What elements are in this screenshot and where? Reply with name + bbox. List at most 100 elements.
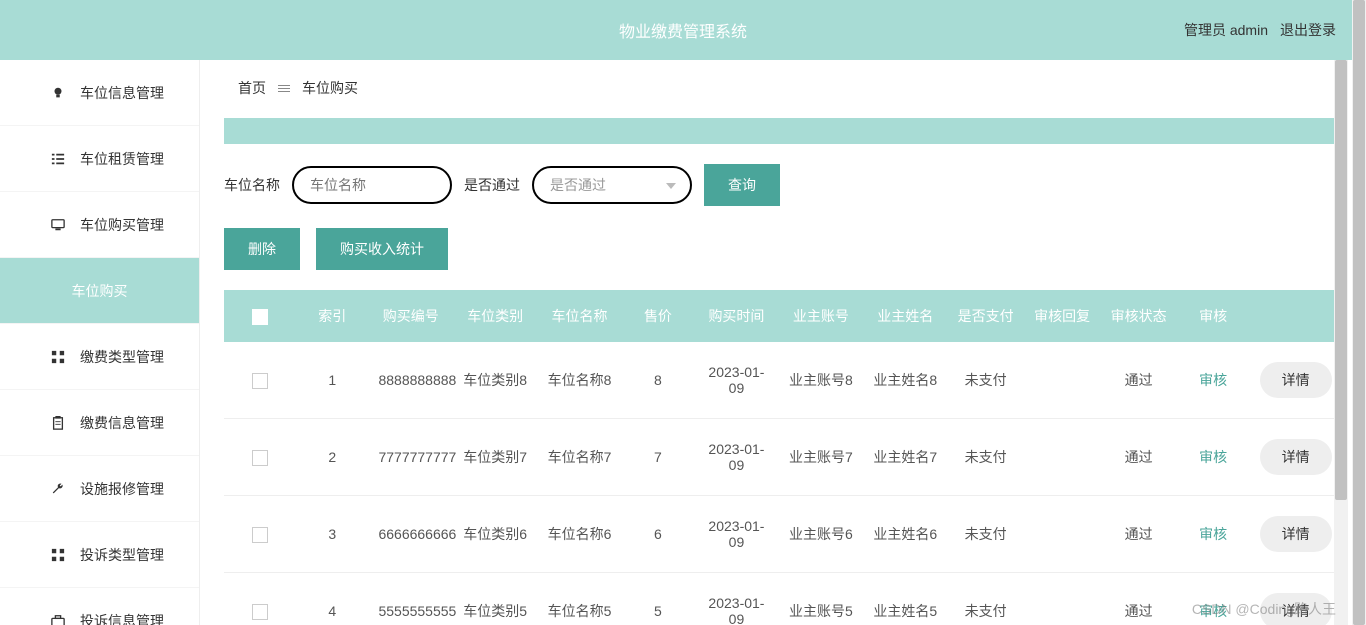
main-content: 首页 车位购买 车位名称 是否通过 是否通过 查询 删除 购买收入统计 索引购买… (200, 60, 1366, 625)
detail-button[interactable]: 详情 (1260, 439, 1332, 475)
audit-link[interactable]: 审核 (1199, 372, 1227, 388)
cell (224, 496, 296, 573)
table-wrap: 索引购买编号车位类别车位名称售价购买时间业主账号业主姓名是否支付审核回复审核状态… (224, 290, 1342, 625)
audit-link[interactable]: 审核 (1199, 526, 1227, 542)
cell: 4 (296, 573, 368, 625)
cell: 6 (622, 496, 694, 573)
cell: 审核 (1177, 496, 1249, 573)
name-filter-input[interactable] (292, 166, 452, 204)
sidebar-item-7[interactable]: 投诉类型管理 (0, 522, 199, 588)
select-all-checkbox[interactable] (252, 309, 268, 325)
breadcrumb-current: 车位购买 (302, 78, 358, 98)
cell (224, 342, 296, 419)
detail-button[interactable]: 详情 (1260, 593, 1332, 625)
sidebar-item-6[interactable]: 设施报修管理 (0, 456, 199, 522)
content-scrollbar[interactable] (1334, 60, 1348, 625)
sidebar-item-2[interactable]: 车位购买管理 (0, 192, 199, 258)
audit-link[interactable]: 审核 (1199, 449, 1227, 465)
cell: 审核 (1177, 419, 1249, 496)
name-filter-label: 车位名称 (224, 175, 280, 195)
sidebar-item-8[interactable]: 投诉信息管理 (0, 588, 199, 625)
cell: 6666666666 (368, 496, 453, 573)
col-header-12: 审核 (1177, 290, 1249, 342)
audit-link[interactable]: 审核 (1199, 603, 1227, 619)
cell: 未支付 (947, 573, 1023, 625)
cell (224, 573, 296, 625)
sidebar-item-1[interactable]: 车位租赁管理 (0, 126, 199, 192)
cell (1024, 342, 1100, 419)
cell: 未支付 (947, 496, 1023, 573)
logout-link[interactable]: 退出登录 (1280, 20, 1336, 40)
cell: 2023-01-09 (694, 342, 779, 419)
row-checkbox[interactable] (252, 604, 268, 620)
col-header-0 (224, 290, 296, 342)
sidebar-item-3[interactable]: 车位购买 (0, 258, 199, 324)
cell: 车位名称8 (537, 342, 621, 419)
cell: 业主姓名7 (863, 419, 947, 496)
stats-button[interactable]: 购买收入统计 (316, 228, 448, 270)
detail-button[interactable]: 详情 (1260, 362, 1332, 398)
cell: 7 (622, 419, 694, 496)
delete-button[interactable]: 删除 (224, 228, 300, 270)
page-scrollbar[interactable] (1352, 0, 1366, 625)
query-button[interactable]: 查询 (704, 164, 780, 206)
breadcrumb-sep-icon (278, 85, 290, 92)
cell: 详情 (1249, 496, 1342, 573)
sidebar-item-4[interactable]: 缴费类型管理 (0, 324, 199, 390)
breadcrumb-home[interactable]: 首页 (238, 78, 266, 98)
cell: 详情 (1249, 419, 1342, 496)
cell: 车位名称7 (537, 419, 621, 496)
pass-filter-select[interactable]: 是否通过 (532, 166, 692, 204)
cell: 业主账号5 (779, 573, 863, 625)
sidebar-item-label: 缴费信息管理 (80, 413, 164, 433)
cell: 通过 (1100, 496, 1176, 573)
grid-icon (50, 349, 66, 365)
divider-bar (224, 118, 1342, 144)
cell: 3 (296, 496, 368, 573)
sidebar-item-label: 设施报修管理 (80, 479, 164, 499)
sidebar-item-5[interactable]: 缴费信息管理 (0, 390, 199, 456)
wrench-icon (50, 481, 66, 497)
cell: 业主姓名5 (863, 573, 947, 625)
detail-button[interactable]: 详情 (1260, 516, 1332, 552)
cell: 通过 (1100, 419, 1176, 496)
col-header-13 (1249, 290, 1342, 342)
table-row: 45555555555车位类别5车位名称552023-01-09业主账号5业主姓… (224, 573, 1342, 625)
col-header-4: 车位名称 (537, 290, 621, 342)
sidebar-item-label: 车位信息管理 (80, 83, 164, 103)
cell: 车位类别5 (453, 573, 537, 625)
sidebar-item-0[interactable]: 车位信息管理 (0, 60, 199, 126)
user-role: 管理员 admin (1184, 20, 1268, 40)
row-checkbox[interactable] (252, 527, 268, 543)
monitor-icon (50, 217, 66, 233)
cell: 业主姓名8 (863, 342, 947, 419)
row-checkbox[interactable] (252, 450, 268, 466)
col-header-6: 购买时间 (694, 290, 779, 342)
table-row: 27777777777车位类别7车位名称772023-01-09业主账号7业主姓… (224, 419, 1342, 496)
cell: 业主账号7 (779, 419, 863, 496)
cell: 审核 (1177, 573, 1249, 625)
bulb-icon (50, 85, 66, 101)
clipboard-icon (50, 415, 66, 431)
table-row: 36666666666车位类别6车位名称662023-01-09业主账号6业主姓… (224, 496, 1342, 573)
row-checkbox[interactable] (252, 373, 268, 389)
app-title: 物业缴费管理系统 (0, 18, 1366, 42)
cell: 5555555555 (368, 573, 453, 625)
cell: 详情 (1249, 342, 1342, 419)
cell: 2023-01-09 (694, 419, 779, 496)
sidebar-item-label: 缴费类型管理 (80, 347, 164, 367)
cell: 2023-01-09 (694, 573, 779, 625)
cell: 业主账号8 (779, 342, 863, 419)
cell: 5 (622, 573, 694, 625)
cell (1024, 573, 1100, 625)
header-user-area: 管理员 admin 退出登录 (1184, 20, 1336, 40)
cell (1024, 496, 1100, 573)
list-icon (50, 151, 66, 167)
pass-filter-label: 是否通过 (464, 175, 520, 195)
grid-icon (50, 547, 66, 563)
cell: 审核 (1177, 342, 1249, 419)
cell: 通过 (1100, 342, 1176, 419)
cell: 业主账号6 (779, 496, 863, 573)
cell: 详情 (1249, 573, 1342, 625)
col-header-5: 售价 (622, 290, 694, 342)
